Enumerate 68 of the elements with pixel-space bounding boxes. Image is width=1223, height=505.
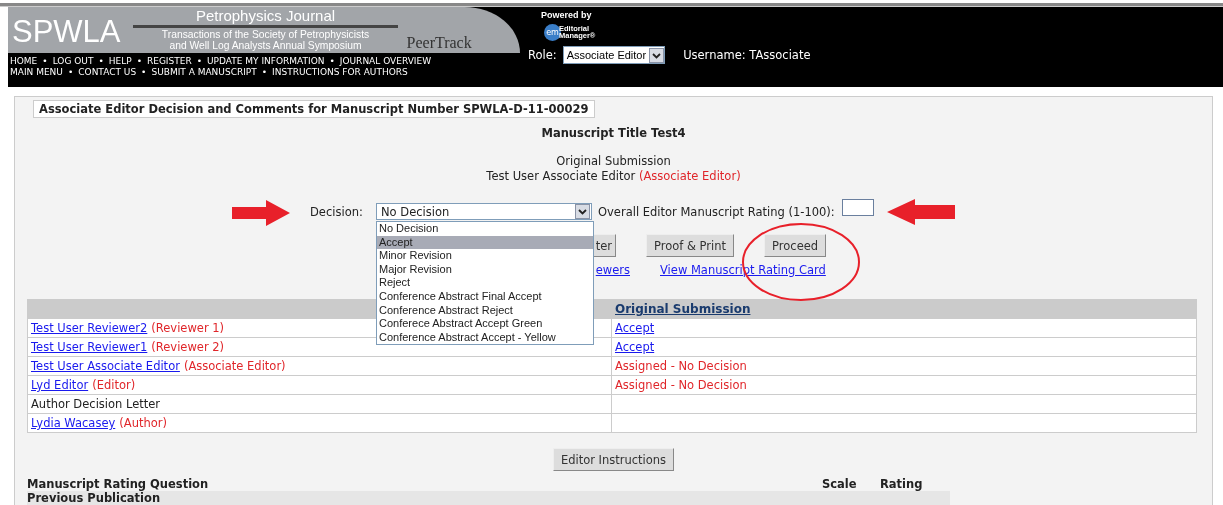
dropdown-option[interactable]: Conferece Abstract Accept Green bbox=[377, 317, 593, 331]
decision-select[interactable]: No Decision bbox=[376, 203, 592, 220]
nav-link[interactable]: CONTACT US bbox=[78, 67, 137, 78]
peertrack-wordmark: PeerTrack bbox=[406, 34, 472, 53]
decision-label: Decision: bbox=[310, 204, 364, 219]
nav-separator: • bbox=[261, 67, 268, 78]
nav-link[interactable]: REGISTER bbox=[146, 56, 192, 67]
rating-input[interactable] bbox=[841, 199, 874, 216]
brand-name: SPWLA bbox=[11, 16, 121, 51]
dropdown-option[interactable]: Accept bbox=[377, 235, 593, 250]
column-header: Rating bbox=[880, 477, 924, 491]
powered-by-label: Powered by bbox=[540, 9, 593, 20]
nav-link[interactable]: SUBMIT A MANUSCRIPT bbox=[151, 67, 257, 78]
dropdown-option[interactable]: No Decision bbox=[377, 222, 593, 236]
column-header: Scale bbox=[822, 477, 858, 491]
manuscript-title: Manuscript Title Test4 bbox=[540, 126, 687, 140]
dropdown-option[interactable]: Reject bbox=[377, 276, 593, 290]
dropdown-option[interactable]: Minor Revision bbox=[377, 249, 593, 263]
dropdown-option[interactable]: Conference Abstract Final Accept bbox=[377, 289, 593, 304]
dropdown-option[interactable]: Major Revision bbox=[377, 262, 593, 277]
nav-separator: • bbox=[329, 56, 335, 67]
journal-subtitle: and Well Log Analysts Annual Symposium bbox=[169, 40, 362, 51]
person-link[interactable]: Lydia Wacasey bbox=[31, 416, 116, 430]
nav-link[interactable]: MAIN MENU bbox=[10, 67, 63, 78]
nav-link[interactable]: HELP bbox=[108, 56, 132, 67]
nav-link[interactable]: INSTRUCTIONS FOR AUTHORS bbox=[272, 67, 408, 78]
status-link[interactable]: Accept bbox=[615, 321, 655, 335]
nav-separator: • bbox=[98, 56, 104, 67]
nav-link[interactable]: UPDATE MY INFORMATION bbox=[206, 56, 325, 67]
person-link[interactable]: Lyd Editor bbox=[31, 378, 89, 392]
status-text: Assigned - No Decision bbox=[615, 359, 747, 373]
editor-line: Test User Associate Editor (Associate Editor) bbox=[486, 169, 741, 183]
nav-link[interactable]: LOG OUT bbox=[52, 56, 94, 67]
nav-separator: • bbox=[196, 56, 202, 67]
role-select[interactable]: Associate Editor bbox=[562, 46, 666, 64]
annotation-arrow bbox=[886, 199, 955, 225]
person-link[interactable]: Test User Reviewer1 bbox=[31, 340, 148, 354]
submission-type: Original Submission bbox=[555, 154, 672, 169]
editor-instructions-button[interactable]: Editor Instructions bbox=[552, 448, 675, 471]
column-header[interactable]: Original Submission bbox=[615, 302, 751, 316]
annotation-arrow bbox=[232, 200, 290, 226]
status-link[interactable]: Accept bbox=[615, 340, 655, 354]
column-header: Manuscript Rating Question bbox=[27, 477, 210, 491]
person-link[interactable]: Test User Reviewer2 bbox=[31, 321, 148, 335]
rating-label: Overall Editor Manuscript Rating (1-100): bbox=[598, 204, 835, 219]
nav-separator: • bbox=[136, 56, 142, 67]
person-link[interactable]: Test User Associate Editor bbox=[31, 359, 180, 373]
nav-separator: • bbox=[67, 67, 74, 78]
role-tag: (Author) bbox=[119, 416, 167, 430]
status-text: Assigned - No Decision bbox=[615, 378, 747, 392]
role-tag: (Associate Editor) bbox=[183, 359, 286, 373]
nav-link[interactable]: HOME bbox=[10, 56, 38, 67]
action-button[interactable]: Proceed bbox=[764, 234, 827, 257]
journal-title: Petrophysics Journal bbox=[195, 7, 336, 24]
rating-question: Previous Publication bbox=[27, 491, 162, 505]
role-label: Role: bbox=[528, 48, 557, 62]
panel-legend: Associate Editor Decision and Comments for Manuscript Number SPWLA-D-11-00029 bbox=[33, 100, 595, 118]
dropdown-option[interactable]: Conference Abstract Accept - Yellow bbox=[377, 330, 593, 345]
journal-subtitle: Transactions of the Society of Petrophysicists bbox=[161, 30, 370, 41]
action-button[interactable]: Proof & Print bbox=[646, 234, 735, 257]
username-label: Username: TAssociate bbox=[683, 48, 811, 62]
nav-separator: • bbox=[42, 56, 48, 67]
role-tag: (Reviewer 2) bbox=[151, 340, 225, 354]
role-tag: (Reviewer 1) bbox=[151, 321, 225, 335]
nav-separator: • bbox=[141, 67, 147, 78]
role-tag: (Editor) bbox=[92, 378, 136, 392]
nav-link[interactable]: JOURNAL OVERVIEW bbox=[339, 56, 432, 67]
row-label: Author Decision Letter bbox=[31, 397, 161, 411]
